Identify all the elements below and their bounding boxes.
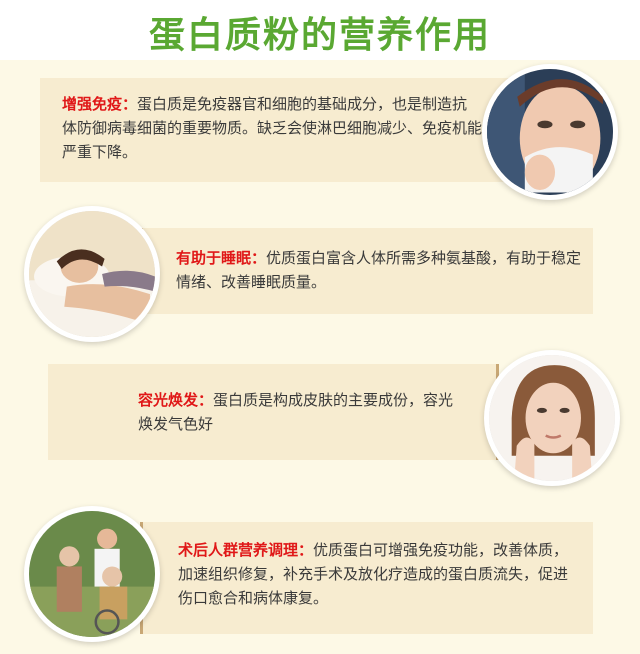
section-text-sleep: 有助于睡眠：优质蛋白富含人体所需多种氨基酸，有助于稳定情绪、改善睡眠质量。 [176, 249, 582, 291]
sneezing-woman-photo-icon [482, 64, 618, 200]
section-keyword: 增强免疫 [62, 95, 123, 113]
section-keyword: 容光焕发 [138, 391, 199, 409]
elderly-family-photo-icon [24, 506, 160, 642]
header: 蛋白质粉的营养作用 [0, 0, 640, 60]
sleeping-woman-photo-icon [24, 206, 160, 342]
section-text-complexion: 容光焕发：蛋白质是构成皮肤的主要成份，容光焕发气色好 [138, 391, 454, 433]
page-title: 蛋白质粉的营养作用 [148, 15, 491, 56]
section-keyword: 术后人群营养调理 [178, 541, 299, 559]
woman-face-photo-icon [484, 350, 620, 486]
section-text-immunity: 增强免疫：蛋白质是免疫器官和细胞的基础成分，也是制造抗体防御病毒细菌的重要物质。… [62, 95, 483, 161]
section-keyword: 有助于睡眠 [176, 249, 252, 267]
section-text-recovery: 术后人群营养调理：优质蛋白可增强免疫功能，改善体质，加速组织修复，补充手术及放化… [178, 541, 569, 607]
